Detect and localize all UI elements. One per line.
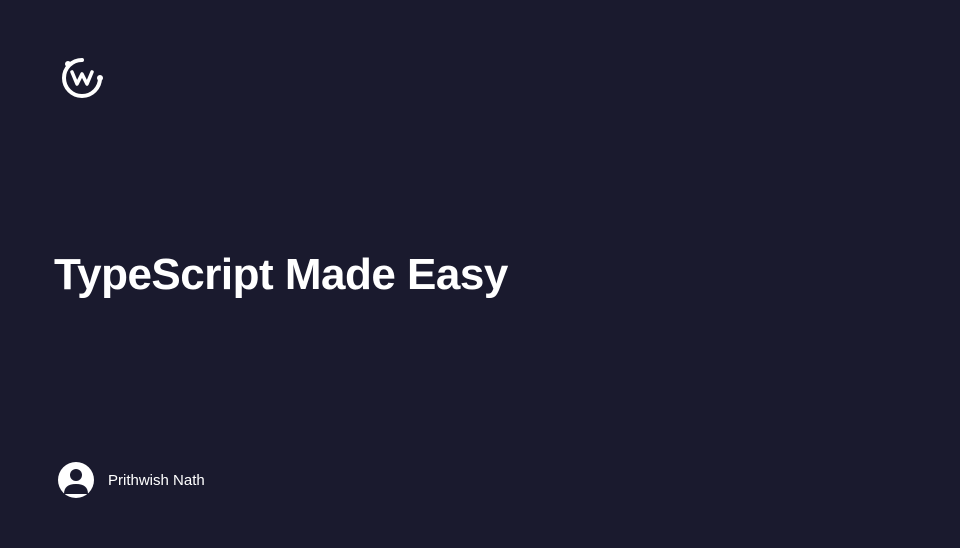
author-name: Prithwish Nath [108, 472, 205, 489]
avatar-icon [58, 462, 94, 498]
author-section: Prithwish Nath [58, 462, 205, 498]
page-title: TypeScript Made Easy [54, 250, 508, 300]
brand-logo-icon [58, 54, 106, 102]
